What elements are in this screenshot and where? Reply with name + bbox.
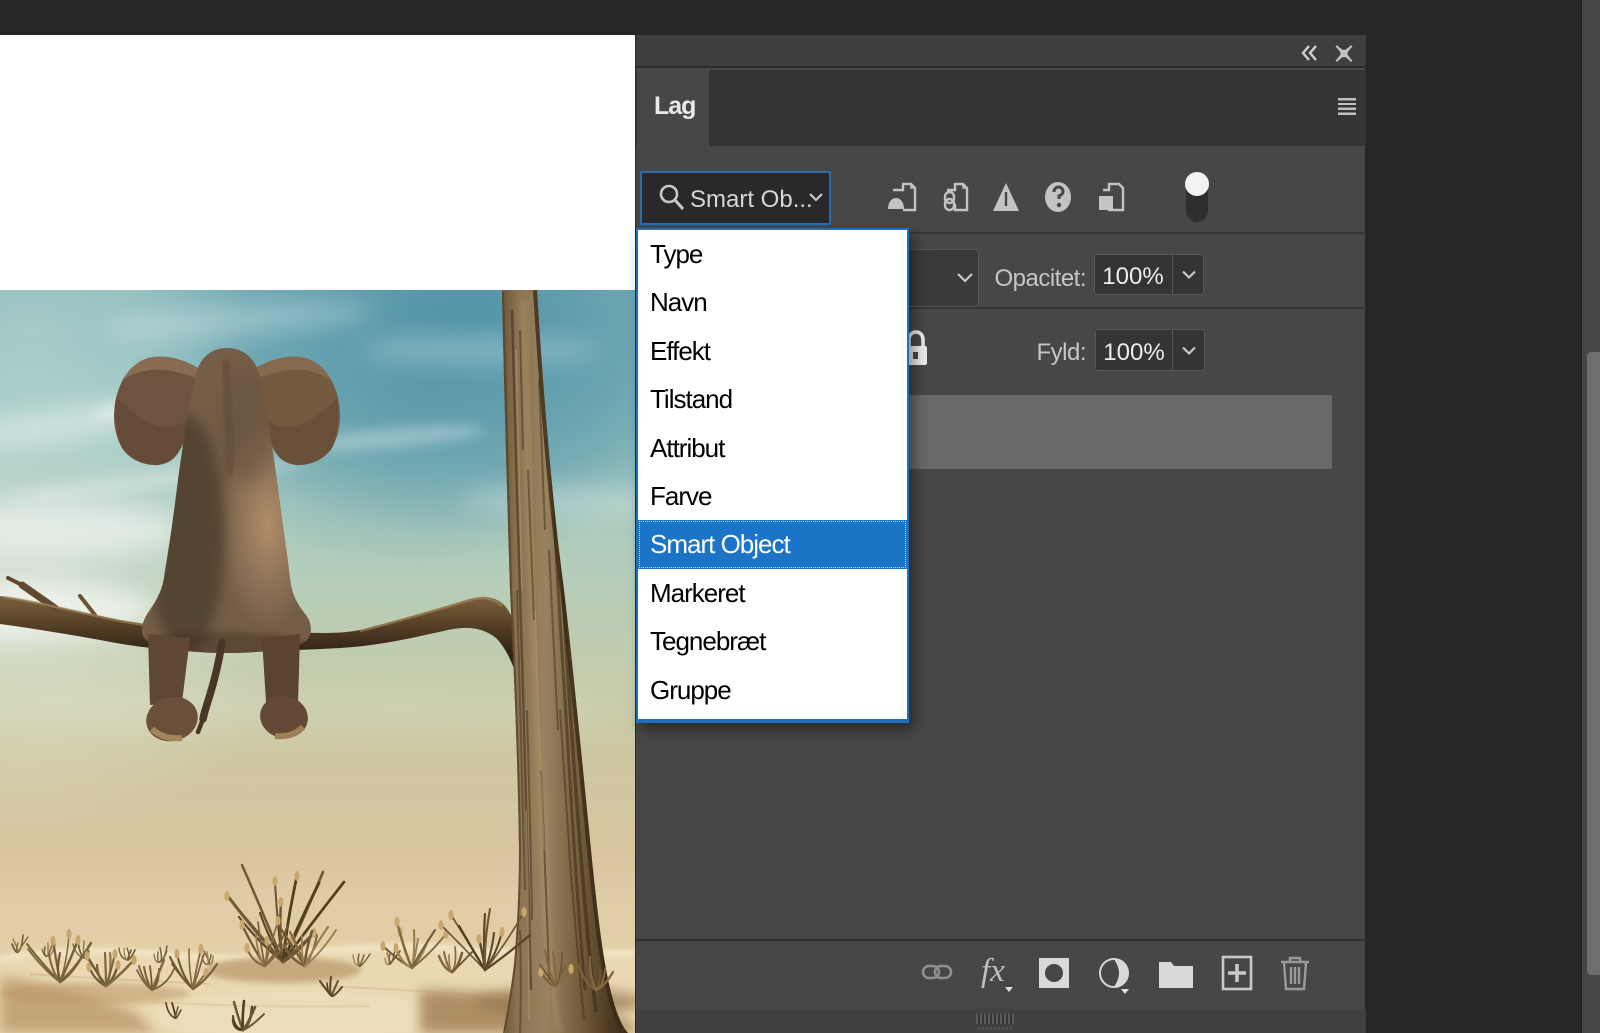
svg-text:fx: fx xyxy=(981,953,1005,989)
